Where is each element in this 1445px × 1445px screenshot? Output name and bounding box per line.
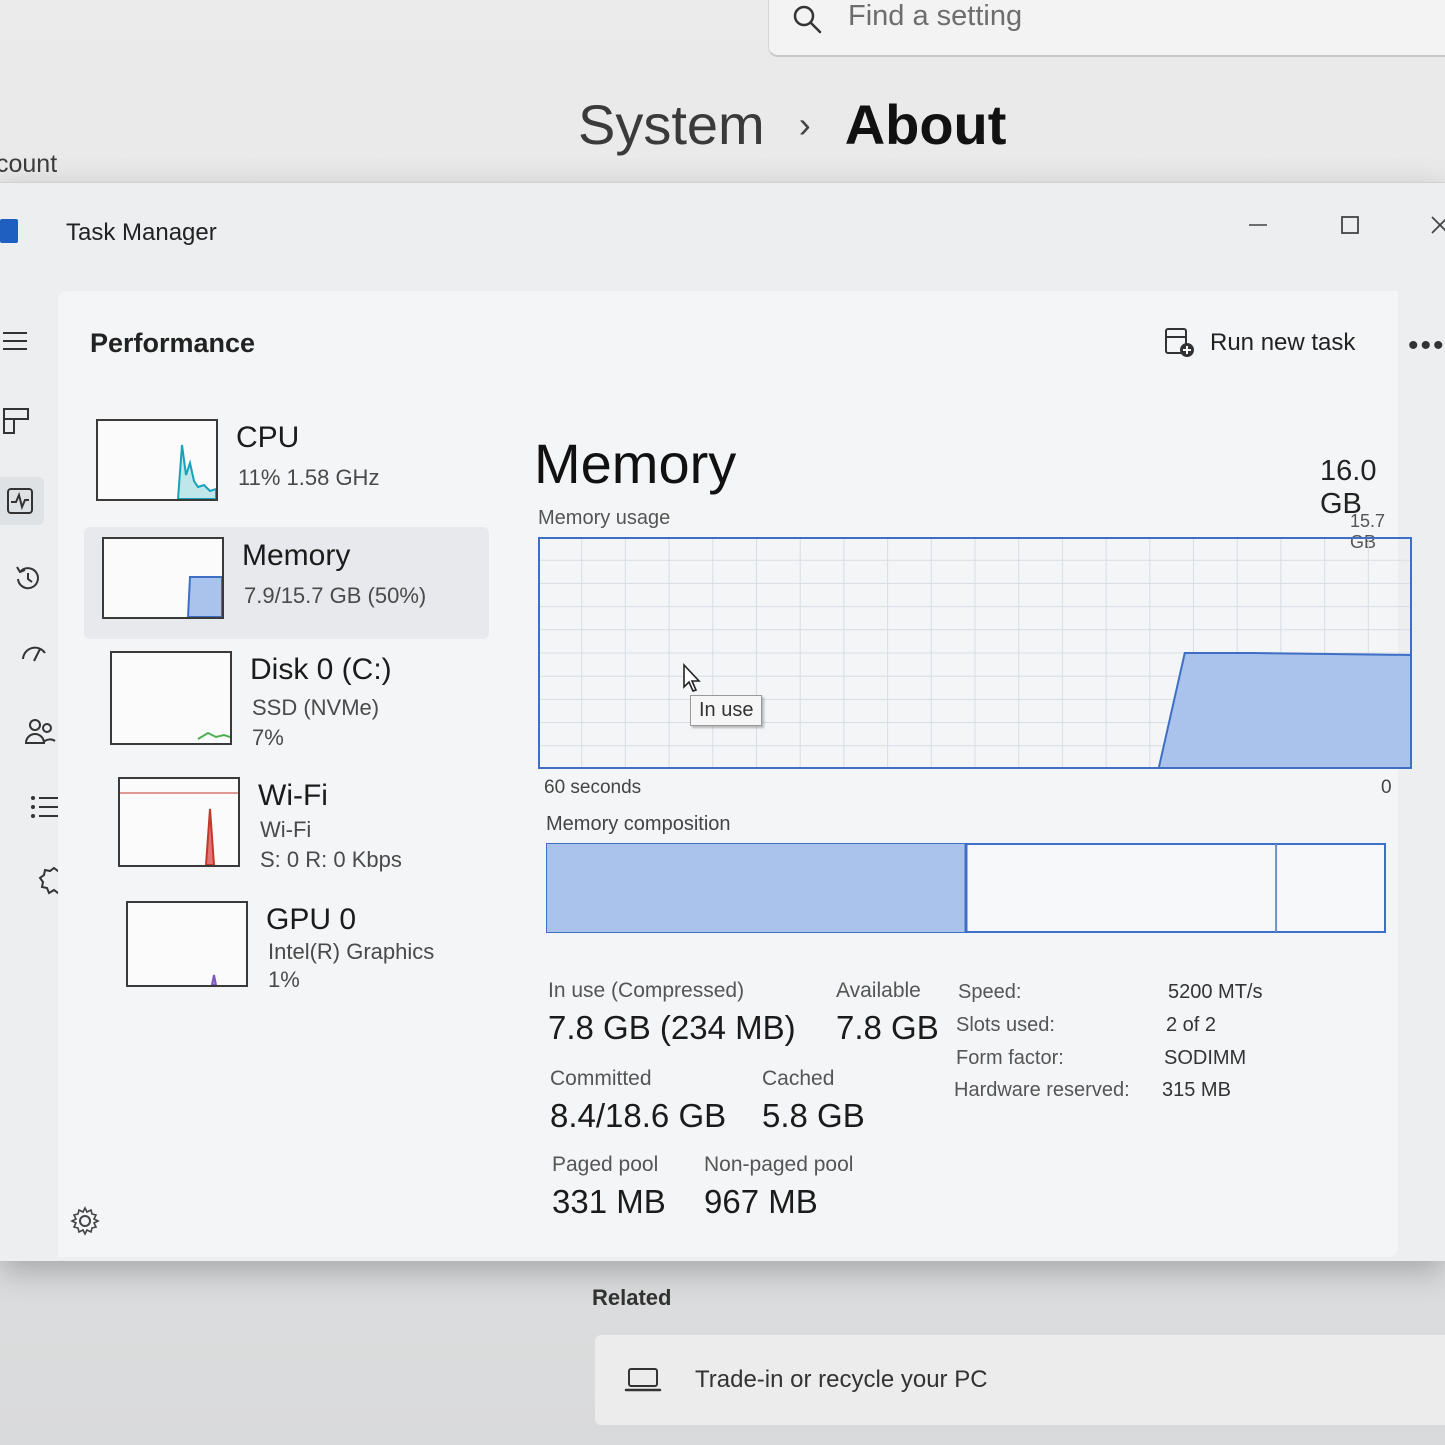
committed-value: 8.4/18.6 GB bbox=[550, 1097, 727, 1134]
related-heading: Related bbox=[592, 1285, 672, 1310]
available-label: Available bbox=[836, 979, 921, 1002]
page-title: About bbox=[844, 93, 1007, 156]
chevron-right-icon: › bbox=[798, 103, 811, 145]
device-name: Memory bbox=[242, 539, 351, 572]
task-manager-app-icon bbox=[0, 219, 18, 243]
search-placeholder[interactable]: Find a setting bbox=[848, 0, 1022, 33]
disk-thumbnail-graph bbox=[110, 651, 232, 745]
memory-usage-label: Memory usage bbox=[538, 507, 671, 529]
cached-label: Cached bbox=[762, 1067, 835, 1090]
wifi-graph-spike bbox=[204, 808, 216, 865]
app-history-icon bbox=[16, 566, 39, 590]
chart-x-left-label: 60 seconds bbox=[544, 777, 642, 798]
run-new-task-button[interactable]: Run new task bbox=[1164, 327, 1355, 359]
nav-startup-apps[interactable] bbox=[10, 631, 58, 679]
device-detail: SSD (NVMe) bbox=[252, 695, 380, 720]
users-icon bbox=[24, 719, 56, 744]
memory-graph-fill bbox=[186, 576, 222, 617]
maximize-button[interactable] bbox=[1330, 205, 1370, 245]
in-use-value: 7.8 GB (234 MB) bbox=[548, 1009, 796, 1046]
gpu-graph-spike bbox=[210, 974, 218, 985]
sidebar-fragment-account[interactable]: count bbox=[0, 150, 57, 179]
device-name: GPU 0 bbox=[266, 903, 357, 936]
window-title: Task Manager bbox=[66, 219, 217, 246]
device-usage: 1% bbox=[268, 967, 300, 992]
minimize-button[interactable] bbox=[1238, 205, 1278, 245]
breadcrumb-system[interactable]: System bbox=[578, 92, 765, 157]
non-paged-pool-value: 967 MB bbox=[704, 1183, 818, 1220]
device-name: CPU bbox=[236, 421, 300, 454]
device-disk[interactable]: Disk 0 (C:) SSD (NVMe) 7% bbox=[92, 641, 497, 753]
spec-value: SODIMM bbox=[1164, 1047, 1247, 1069]
nav-app-history[interactable] bbox=[4, 555, 52, 603]
device-name: Wi-Fi bbox=[258, 779, 328, 812]
mouse-cursor-icon bbox=[683, 663, 701, 692]
memory-composition-label: Memory composition bbox=[546, 813, 731, 835]
spec-value: 315 MB bbox=[1162, 1079, 1231, 1101]
startup-apps-icon bbox=[22, 646, 46, 662]
disk-graph-line bbox=[197, 731, 230, 740]
run-new-task-label[interactable]: Run new task bbox=[1210, 329, 1355, 357]
trade-in-label[interactable]: Trade-in or recycle your PC bbox=[695, 1366, 988, 1394]
device-wifi[interactable]: Wi-Fi Wi-Fi S: 0 R: 0 Kbps bbox=[100, 767, 505, 879]
memory-composition-bar bbox=[546, 843, 1386, 933]
memory-heading: Memory bbox=[534, 432, 737, 495]
maximize-icon bbox=[1341, 216, 1359, 234]
breadcrumb: System › About bbox=[578, 92, 1006, 157]
paged-pool-label: Paged pool bbox=[552, 1153, 659, 1176]
close-icon bbox=[1431, 216, 1445, 234]
gpu-thumbnail-graph bbox=[126, 901, 248, 987]
device-throughput: S: 0 R: 0 Kbps bbox=[260, 847, 402, 872]
close-button[interactable] bbox=[1420, 205, 1445, 245]
navigation-rail bbox=[0, 291, 70, 1251]
run-new-task-icon bbox=[1165, 328, 1194, 357]
device-usage: 7% bbox=[252, 725, 284, 750]
non-paged-pool-label: Non-paged pool bbox=[704, 1153, 854, 1176]
more-options-button[interactable]: ••• bbox=[1408, 329, 1445, 363]
search-icon bbox=[793, 5, 822, 34]
device-memory[interactable]: Memory 7.9/15.7 GB (50%) bbox=[84, 527, 489, 639]
memory-thumbnail-graph bbox=[102, 537, 224, 619]
nav-users[interactable] bbox=[16, 707, 64, 755]
device-name: Disk 0 (C:) bbox=[250, 653, 392, 686]
memory-usage-chart bbox=[538, 537, 1412, 769]
spec-key: Form factor: bbox=[956, 1047, 1064, 1069]
in-use-label: In use (Compressed) bbox=[548, 979, 745, 1002]
spec-value: 2 of 2 bbox=[1166, 1014, 1217, 1036]
device-detail: 11% 1.58 GHz bbox=[238, 465, 380, 490]
available-value: 7.8 GB bbox=[836, 1009, 939, 1046]
composition-in-use bbox=[547, 844, 966, 932]
hamburger-menu-button[interactable] bbox=[0, 317, 40, 365]
committed-label: Committed bbox=[550, 1067, 652, 1090]
processes-icon bbox=[3, 408, 29, 434]
device-detail: Intel(R) Graphics bbox=[268, 939, 435, 964]
task-manager-window: Task Manager Performance Run new task ••… bbox=[0, 182, 1445, 1261]
wifi-thumbnail-graph bbox=[118, 777, 240, 867]
cpu-thumbnail-graph bbox=[96, 419, 218, 501]
spec-key: Hardware reserved: bbox=[954, 1079, 1130, 1101]
spec-value: 5200 MT/s bbox=[1168, 981, 1263, 1003]
spec-key: Slots used: bbox=[956, 1014, 1055, 1036]
device-detail: Wi-Fi bbox=[260, 817, 312, 842]
nav-performance[interactable] bbox=[0, 477, 44, 525]
device-gpu[interactable]: GPU 0 Intel(R) Graphics 1% bbox=[108, 891, 513, 1003]
minimize-icon bbox=[1249, 224, 1267, 226]
paged-pool-value: 331 MB bbox=[552, 1183, 666, 1220]
in-use-tooltip: In use bbox=[690, 695, 763, 726]
cached-value: 5.8 GB bbox=[762, 1097, 865, 1134]
performance-content: Performance Run new task ••• CPU 11% 1.5… bbox=[58, 291, 1444, 1257]
laptop-icon bbox=[624, 1368, 662, 1392]
performance-icon bbox=[7, 488, 33, 514]
nav-processes[interactable] bbox=[0, 397, 40, 445]
device-detail: 7.9/15.7 GB (50%) bbox=[244, 583, 427, 608]
section-title: Performance bbox=[90, 328, 256, 358]
device-cpu[interactable]: CPU 11% 1.58 GHz bbox=[78, 409, 483, 521]
settings-gear-icon[interactable] bbox=[70, 1206, 100, 1236]
memory-usage-area bbox=[1157, 652, 1412, 769]
spec-key: Speed: bbox=[958, 981, 1022, 1003]
cpu-graph-fill bbox=[176, 444, 216, 499]
hamburger-icon bbox=[3, 332, 27, 350]
chart-x-right-label: 0 bbox=[1381, 777, 1392, 798]
